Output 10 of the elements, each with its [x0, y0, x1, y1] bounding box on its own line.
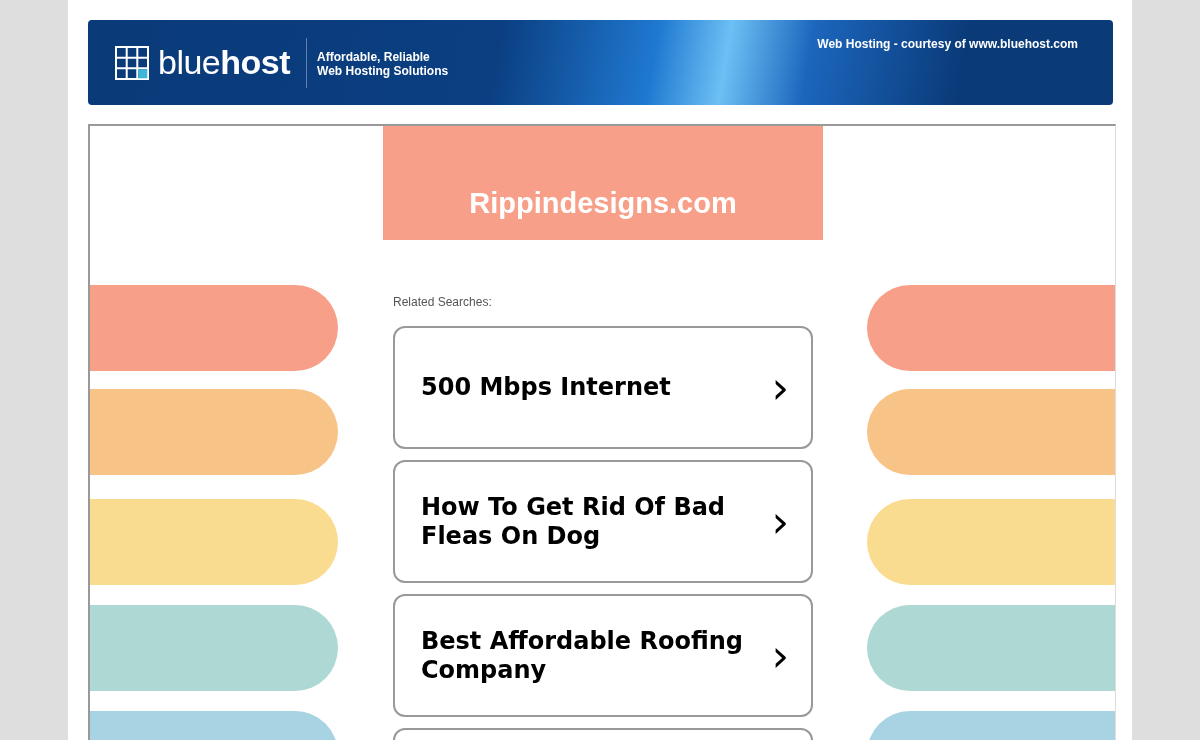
courtesy-text: Web Hosting - courtesy of www.bluehost.com: [817, 37, 1078, 51]
site-title: Rippindesigns.com: [469, 187, 737, 220]
search-link-card[interactable]: Best Affordable Roofing Company ›: [393, 594, 813, 717]
tagline: Affordable, Reliable: [317, 49, 431, 64]
search-link-card[interactable]: 500 Mbps Internet ›: [393, 326, 813, 449]
logo-wordmark: bluehost: [158, 43, 291, 82]
grid-logo-icon: [115, 45, 149, 80]
related-searches-label: Related Searches:: [393, 295, 493, 309]
tagline: Web Hosting Solutions: [317, 63, 449, 78]
search-link-card[interactable]: How To Get Rid Of Bad Fleas On Dog ›: [393, 460, 813, 583]
